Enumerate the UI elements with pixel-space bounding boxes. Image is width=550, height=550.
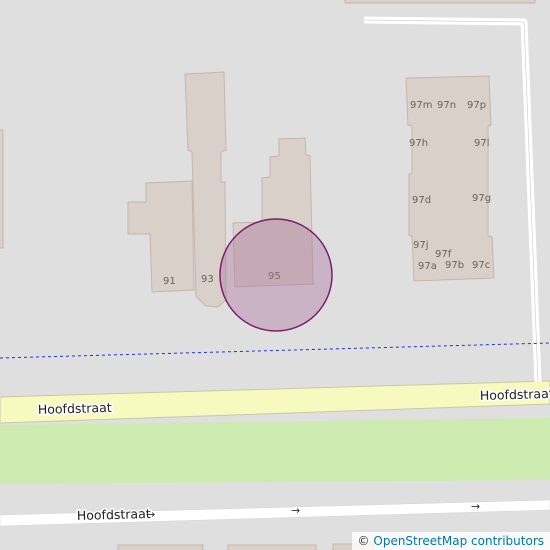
grass-area bbox=[0, 418, 550, 484]
house-number-97n: 97n bbox=[437, 100, 456, 111]
building bbox=[227, 544, 317, 550]
house-number-97d: 97d bbox=[412, 195, 431, 206]
building bbox=[0, 129, 4, 249]
house-number-97c: 97c bbox=[472, 260, 490, 271]
street-label-hoofdstraat-left: Hoofdstraat bbox=[38, 400, 112, 417]
house-number-97p: 97p bbox=[467, 100, 486, 111]
map-view[interactable]: 91 93 95 97m 97n 97p 97h 97l 97d 97g 97j… bbox=[0, 0, 550, 550]
house-number-93: 93 bbox=[201, 274, 214, 285]
boundary-line bbox=[0, 342, 550, 359]
location-marker[interactable] bbox=[219, 218, 333, 332]
house-number-91: 91 bbox=[163, 276, 176, 287]
house-number-97h: 97h bbox=[409, 138, 428, 149]
osm-attribution-link[interactable]: OpenStreetMap contributors bbox=[373, 534, 544, 548]
building-91 bbox=[127, 180, 195, 293]
oneway-arrow-icon: → bbox=[471, 500, 480, 513]
house-number-97a: 97a bbox=[418, 261, 437, 272]
house-number-97g: 97g bbox=[472, 193, 491, 204]
oneway-arrow-icon: → bbox=[146, 508, 155, 521]
street-label-hoofdstraat-right: Hoofdstraat bbox=[480, 386, 550, 403]
house-number-97f: 97f bbox=[435, 249, 452, 260]
map-attribution: © OpenStreetMap contributors bbox=[351, 532, 550, 550]
map-canvas[interactable]: 91 93 95 97m 97n 97p 97h 97l 97d 97g 97j… bbox=[0, 0, 550, 550]
house-number-97m: 97m bbox=[410, 100, 432, 111]
building bbox=[117, 544, 204, 550]
house-number-97l: 97l bbox=[474, 138, 490, 149]
house-number-97b: 97b bbox=[445, 260, 464, 271]
copyright-symbol: © bbox=[357, 534, 370, 548]
street-label-hoofdstraat-bottom: Hoofdstraat bbox=[77, 506, 151, 523]
building bbox=[344, 0, 536, 4]
oneway-arrow-icon: → bbox=[291, 504, 300, 517]
house-number-97j: 97j bbox=[413, 240, 429, 251]
